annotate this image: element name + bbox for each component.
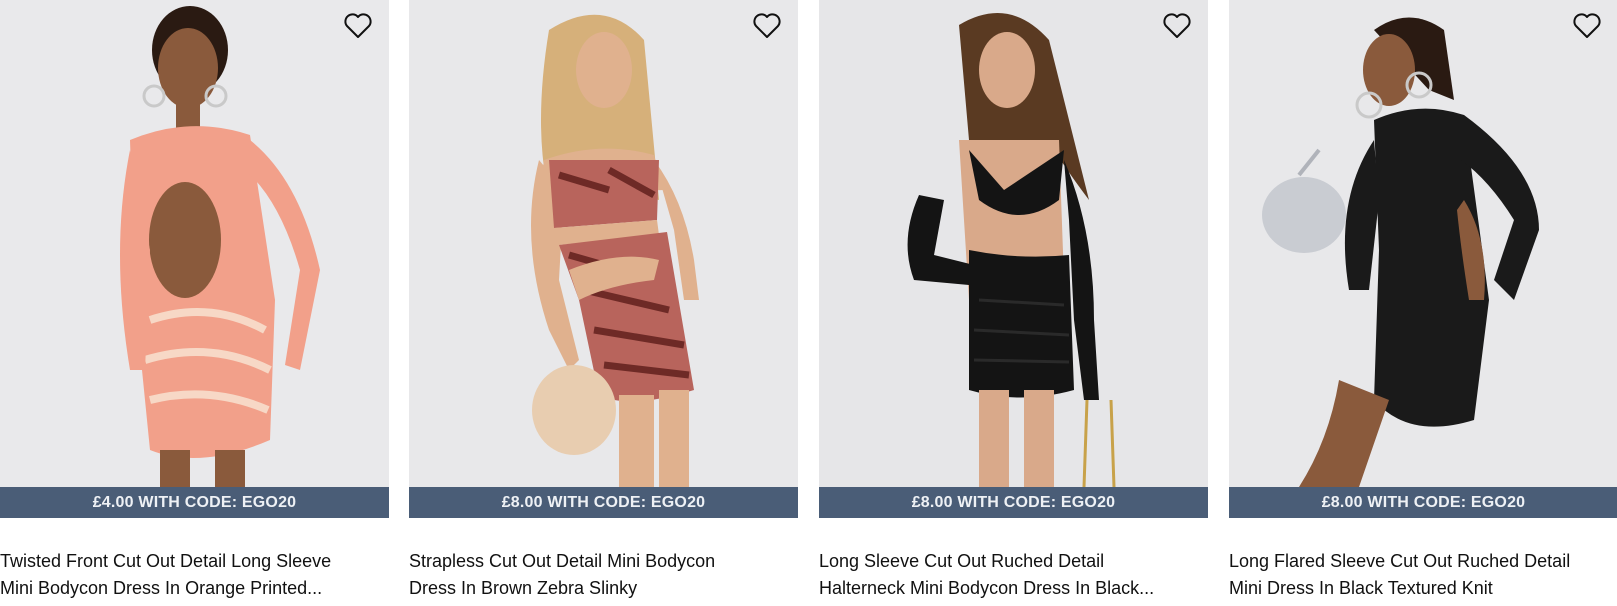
product-title-line: Strapless Cut Out Detail Mini Bodycon [409, 551, 716, 571]
product-image[interactable] [819, 0, 1208, 487]
product-photo [0, 0, 389, 487]
product-card[interactable]: £8.00 WITH CODE: EGO20 Long Sleeve Cut O… [819, 0, 1208, 606]
product-card[interactable]: £8.00 WITH CODE: EGO20 Strapless Cut Out… [409, 0, 798, 606]
heart-outline-icon [1573, 13, 1601, 38]
wishlist-button[interactable] [1572, 12, 1602, 40]
product-card[interactable]: £8.00 WITH CODE: EGO20 Long Flared Sleev… [1229, 0, 1617, 606]
product-title-line: Twisted Front Cut Out Detail Long Sleeve [0, 551, 332, 571]
heart-outline-icon [344, 13, 372, 38]
product-grid: £4.00 WITH CODE: EGO20 Twisted Front Cut… [0, 0, 1617, 606]
product-card[interactable]: £4.00 WITH CODE: EGO20 Twisted Front Cut… [0, 0, 389, 606]
promo-banner: £8.00 WITH CODE: EGO20 [819, 487, 1208, 518]
wishlist-button[interactable] [1162, 12, 1192, 40]
wishlist-button[interactable] [752, 12, 782, 40]
heart-outline-icon [1163, 13, 1191, 38]
promo-banner: £8.00 WITH CODE: EGO20 [409, 487, 798, 518]
product-title-line: Dress In Brown Zebra Slinky [409, 578, 638, 598]
product-title-line: Mini Dress In Black Textured Knit [1229, 578, 1493, 598]
product-photo [1229, 0, 1617, 487]
product-title-link[interactable]: Long Flared Sleeve Cut Out Ruched Detail… [1229, 548, 1617, 602]
heart-outline-icon [753, 13, 781, 38]
product-photo [409, 0, 798, 487]
wishlist-button[interactable] [343, 12, 373, 40]
product-title-link[interactable]: Strapless Cut Out Detail Mini Bodycon Dr… [409, 548, 798, 602]
product-photo [819, 0, 1208, 487]
promo-banner: £8.00 WITH CODE: EGO20 [1229, 487, 1617, 518]
product-title-line: Halterneck Mini Bodycon Dress In Black..… [819, 578, 1155, 598]
product-title-line: Mini Bodycon Dress In Orange Printed... [0, 578, 323, 598]
product-image[interactable] [0, 0, 389, 487]
product-image[interactable] [409, 0, 798, 487]
product-title-line: Long Flared Sleeve Cut Out Ruched Detail [1229, 551, 1571, 571]
product-title-line: Long Sleeve Cut Out Ruched Detail [819, 551, 1105, 571]
product-title-link[interactable]: Long Sleeve Cut Out Ruched Detail Halter… [819, 548, 1208, 602]
promo-banner: £4.00 WITH CODE: EGO20 [0, 487, 389, 518]
product-image[interactable] [1229, 0, 1617, 487]
product-title-link[interactable]: Twisted Front Cut Out Detail Long Sleeve… [0, 548, 389, 602]
